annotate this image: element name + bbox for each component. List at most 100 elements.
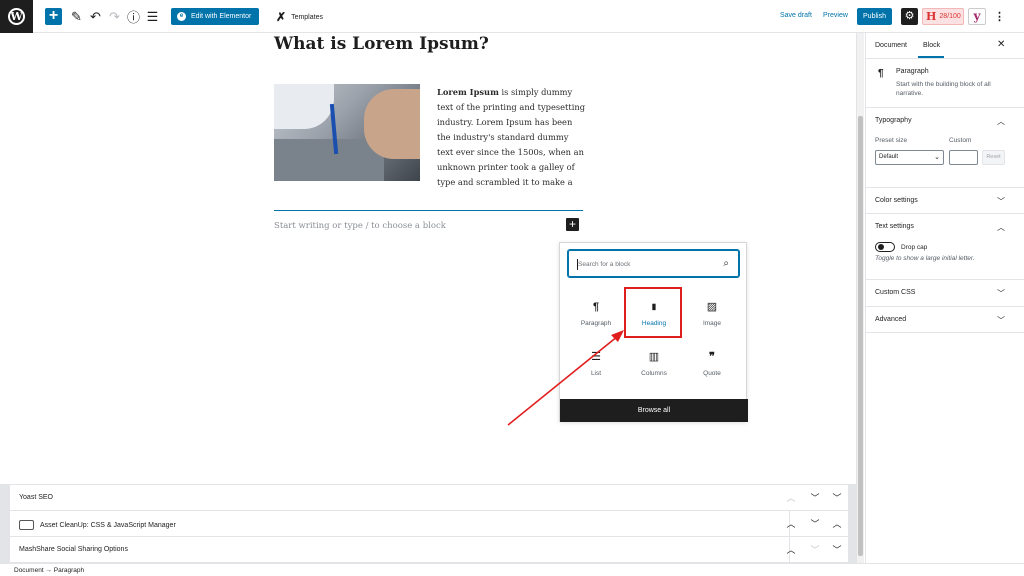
annotation-arrow [507,330,624,426]
move-up-icon[interactable]: ︿ [780,485,802,511]
divider [866,58,1024,59]
move-down-icon[interactable]: ﹀ [804,511,826,537]
undo-icon[interactable]: ↶ [87,8,104,25]
publish-button[interactable]: Publish [857,8,892,25]
metabox-title: MashShare Social Sharing Options [19,546,128,553]
metabox-yoast-seo[interactable]: Yoast SEO ︿ ﹀ ﹀ [10,485,848,511]
image-glove [274,84,334,129]
close-icon[interactable]: ✕ [997,39,1005,50]
chevron-down-icon[interactable]: ﹀ [997,315,1005,326]
editor-scrollbar-thumb[interactable] [858,116,863,556]
templates-button[interactable]: ✗ Templates [276,10,323,24]
templates-label: Templates [291,13,323,21]
move-down-icon[interactable]: ﹀ [804,485,826,511]
templates-icon: ✗ [276,10,287,24]
block-option-image[interactable]: ▨ Image [683,298,741,346]
paragraph-icon: ¶ [592,301,600,313]
inline-inserter-toggle-button[interactable]: + [566,218,579,231]
metabox-title: Asset CleanUp: CSS & JavaScript Manager [40,521,176,529]
edit-with-elementor-button[interactable]: e Edit with Elementor [171,8,259,25]
block-search-placeholder: Search for a block [578,261,631,268]
post-image[interactable] [274,84,420,181]
block-breadcrumb-footer: Document → Paragraph [0,563,1024,576]
settings-gear-button[interactable]: ⚙ [901,8,918,25]
drop-cap-help: Toggle to show a large initial letter. [875,255,975,262]
metabox-mashshare[interactable]: MashShare Social Sharing Options ︿ ﹀ ﹀ [10,537,848,563]
wordpress-logo-button[interactable]: W [0,0,33,33]
collapse-toggle-icon[interactable]: ﹀ [826,537,848,563]
paragraph-block[interactable]: Lorem Ipsum is simply dummy text of the … [437,85,587,190]
divider [866,279,1024,280]
more-options-icon[interactable]: ⋮ [994,10,1005,23]
tab-document[interactable]: Document [875,42,907,49]
seo-score-badge[interactable]: H 28/100 [922,8,964,25]
info-icon[interactable]: ⓘ [125,8,142,25]
breadcrumb[interactable]: Document → Paragraph [14,567,84,574]
image-face [364,89,420,159]
metabox-title-group: Asset CleanUp: CSS & JavaScript Manager [19,520,176,530]
preview-button[interactable]: Preview [823,12,848,19]
block-card-title: Paragraph [896,68,929,75]
block-option-quote[interactable]: ❞ Quote [683,348,741,396]
wordpress-logo-icon: W [8,8,25,25]
drop-cap-label: Drop cap [901,244,928,251]
metabox-asset-cleanup[interactable]: Asset CleanUp: CSS & JavaScript Manager … [10,511,848,537]
block-search-input[interactable]: Search for a block ⌕ [568,250,739,277]
block-card-description: Start with the building block of all nar… [896,81,991,97]
move-up-icon[interactable]: ︿ [780,537,802,563]
preset-size-select[interactable]: Default ⌄ [875,150,944,165]
chevron-down-icon: ⌄ [934,154,940,161]
chevron-up-icon[interactable]: ︿ [997,116,1005,127]
divider [866,306,1024,307]
add-block-button[interactable]: + [45,8,62,25]
redo-icon[interactable]: ↷ [106,8,123,25]
editor-top-toolbar: W + ✎ ↶ ↷ ⓘ ☰ e Edit with Elementor ✗ Te… [0,0,1024,33]
divider [866,107,1024,108]
edit-pencil-icon[interactable]: ✎ [68,8,85,25]
custom-size-input[interactable] [949,150,978,165]
typography-panel-toggle[interactable]: Typography [875,117,912,124]
tab-block[interactable]: Block [923,42,940,49]
block-option-label: Image [702,320,722,327]
drop-cap-toggle[interactable] [875,242,895,252]
collapse-toggle-icon[interactable]: ﹀ [826,485,848,511]
reset-button[interactable]: Reset [982,150,1005,165]
toggle-knob [878,244,884,250]
settings-sidebar: Document Block ✕ ¶ Paragraph Start with … [865,33,1024,563]
divider [866,332,1024,333]
elementor-button-label: Edit with Elementor [191,13,252,20]
image-icon: ▨ [706,301,718,313]
post-title[interactable]: What is Lorem Ipsum? [274,34,489,54]
custom-size-label: Custom [949,137,972,144]
metabox-frame-right [848,484,856,564]
block-option-label: Quote [703,370,721,377]
new-block-placeholder[interactable]: Start writing or type / to choose a bloc… [274,221,446,231]
paragraph-bold: Lorem Ipsum [437,87,499,97]
save-draft-button[interactable]: Save draft [780,12,812,19]
text-settings-panel-toggle[interactable]: Text settings [875,223,914,230]
image-circuit-board [274,139,384,181]
seo-score-value: 28/100 [939,13,961,20]
paragraph-icon: ¶ [878,68,884,79]
collapse-toggle-icon[interactable]: ︿ [826,511,848,537]
search-icon: ⌕ [723,258,729,269]
metabox-title: Yoast SEO [19,494,53,501]
block-navigation-icon[interactable]: ☰ [144,8,161,25]
preset-size-label: Preset size [875,137,908,144]
metabox-frame-left [0,484,10,564]
metaboxes-area: Yoast SEO ︿ ﹀ ﹀ Asset CleanUp: CSS & Jav… [10,484,848,563]
color-settings-panel-toggle[interactable]: Color settings [875,197,918,204]
chevron-up-icon[interactable]: ︿ [997,222,1005,233]
elementor-icon: e [177,12,186,21]
move-down-icon[interactable]: ﹀ [804,537,826,563]
chevron-down-icon[interactable]: ﹀ [997,196,1005,207]
quote-icon: ❞ [709,351,715,363]
yoast-icon[interactable]: y [968,8,986,25]
seo-h-icon: H [926,10,937,23]
paragraph-text: is simply dummy text of the printing and… [437,87,586,187]
advanced-panel-toggle[interactable]: Advanced [875,316,906,323]
move-up-icon[interactable]: ︿ [780,511,802,537]
custom-css-panel-toggle[interactable]: Custom CSS [875,289,915,296]
chevron-down-icon[interactable]: ﹀ [997,288,1005,299]
divider [866,213,1024,214]
